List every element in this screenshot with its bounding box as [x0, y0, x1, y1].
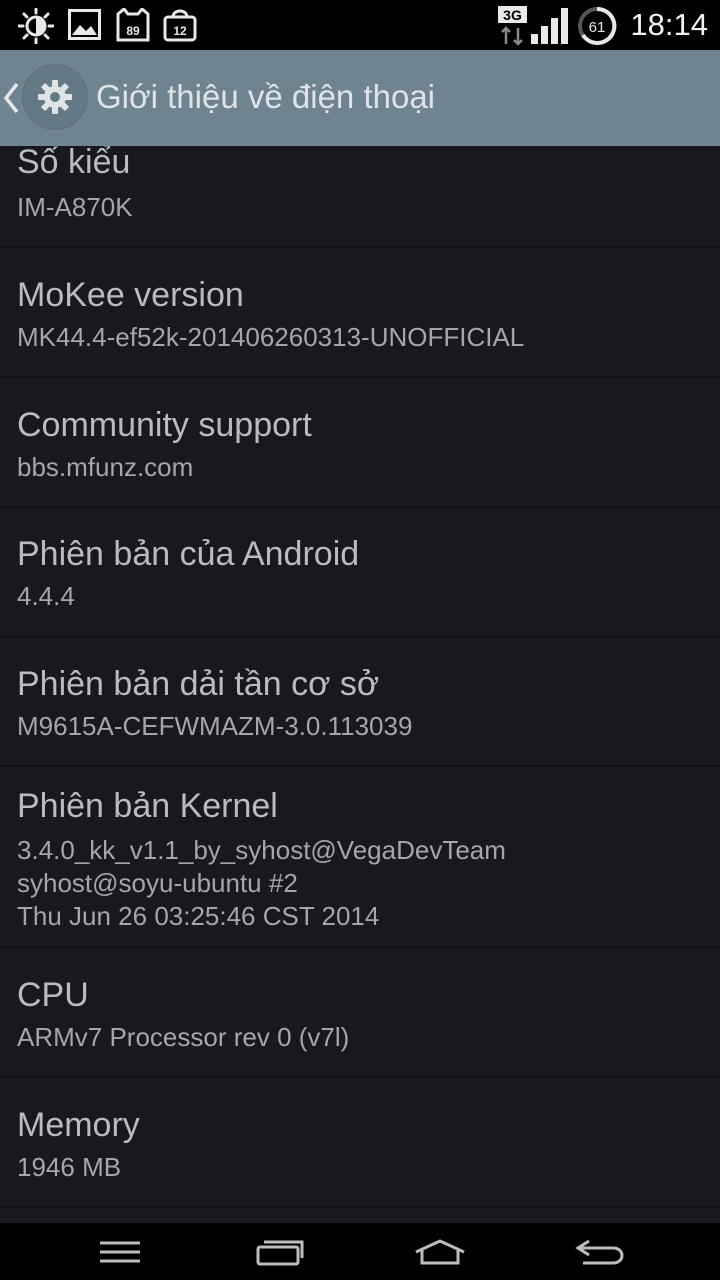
list-item-kernel-version[interactable]: Phiên bản Kernel 3.4.0_kk_v1.1_by_syhost…	[0, 767, 720, 948]
list-item-mokee-version[interactable]: MoKee version MK44.4-ef52k-201406260313-…	[0, 248, 720, 378]
list-item-model[interactable]: Số kiểu IM-A870K	[0, 146, 720, 248]
item-title: MoKee version	[17, 276, 244, 314]
item-title: Số kiểu	[17, 146, 131, 181]
item-summary: 1946 MB	[17, 1152, 122, 1182]
gear-icon	[38, 80, 72, 114]
item-title: Phiên bản của Android	[17, 535, 360, 573]
item-summary: 4.4.4	[17, 581, 75, 611]
clock: 18:14	[630, 7, 708, 42]
item-summary: M9615A-CEFWMAZM-3.0.113039	[17, 711, 413, 741]
brightness-icon	[17, 7, 55, 48]
network-3g-icon: 3G	[498, 6, 528, 50]
menu-icon	[100, 1241, 140, 1262]
menu-button[interactable]	[60, 1223, 180, 1280]
cat-badge-icon: 89	[115, 6, 151, 46]
list-item-community-support[interactable]: Community support bbs.mfunz.com	[0, 378, 720, 508]
battery-level-label: 61	[589, 19, 606, 36]
item-title: CPU	[17, 976, 89, 1014]
list-item-cpu[interactable]: CPU ARMv7 Processor rev 0 (v7l)	[0, 948, 720, 1078]
item-summary: ARMv7 Processor rev 0 (v7l)	[17, 1022, 350, 1052]
list-item-android-version[interactable]: Phiên bản của Android 4.4.4	[0, 508, 720, 638]
battery-icon: 61	[576, 5, 618, 51]
badge-89: 89	[126, 24, 140, 38]
item-summary: bbs.mfunz.com	[17, 452, 194, 482]
item-title: Memory	[17, 1106, 140, 1144]
item-summary: IM-A870K	[17, 192, 133, 222]
navigation-bar	[0, 1223, 720, 1280]
back-icon	[575, 1239, 624, 1264]
item-title: Phiên bản Kernel	[17, 787, 278, 825]
list-item-memory[interactable]: Memory 1946 MB	[0, 1078, 720, 1208]
home-button[interactable]	[380, 1223, 500, 1280]
chevron-left-icon[interactable]	[0, 78, 22, 122]
gallery-icon	[68, 9, 101, 44]
home-icon	[415, 1238, 465, 1264]
about-phone-list[interactable]: Số kiểu IM-A870K MoKee version MK44.4-ef…	[0, 146, 720, 1223]
action-bar: Giới thiệu về điện thoại	[0, 50, 720, 146]
status-bar: 89 12 3G 61 18:14	[0, 0, 720, 50]
network-type-label: 3G	[503, 7, 522, 23]
list-item-baseband-version[interactable]: Phiên bản dải tần cơ sở M9615A-CEFWMAZM-…	[0, 638, 720, 767]
shop-bag-icon: 12	[163, 6, 197, 46]
app-icon-button[interactable]	[23, 65, 87, 129]
item-title: Phiên bản dải tần cơ sở	[17, 665, 380, 703]
recent-apps-icon	[256, 1240, 304, 1265]
item-summary: MK44.4-ef52k-201406260313-UNOFFICIAL	[17, 322, 525, 352]
page-title: Giới thiệu về điện thoại	[96, 78, 436, 115]
signal-icon	[530, 6, 570, 50]
item-summary: 3.4.0_kk_v1.1_by_syhost@VegaDevTeam syho…	[17, 835, 506, 931]
back-button[interactable]	[540, 1223, 660, 1280]
recent-apps-button[interactable]	[220, 1223, 340, 1280]
badge-12: 12	[173, 24, 187, 38]
item-title: Community support	[17, 406, 312, 444]
